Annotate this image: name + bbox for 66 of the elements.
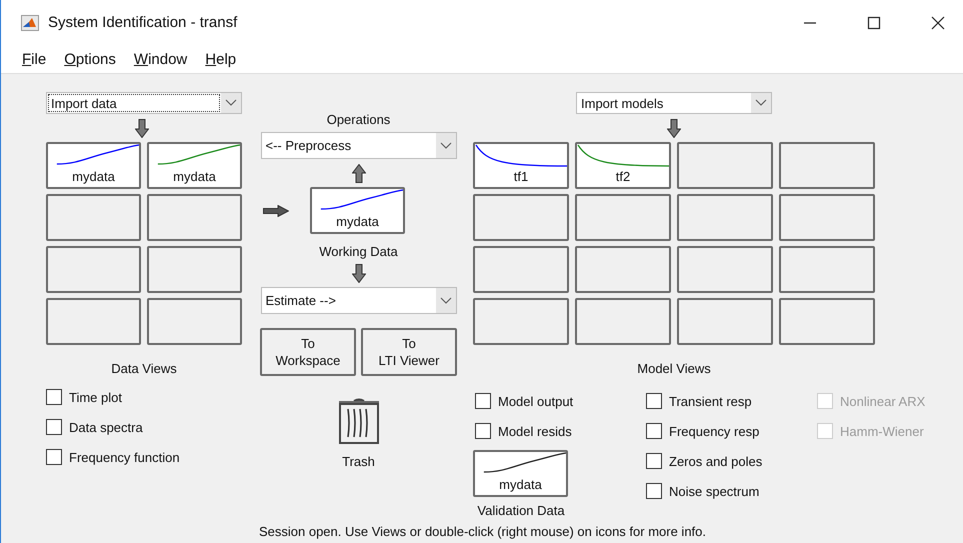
validation-data-tile[interactable]: mydata — [473, 450, 568, 497]
down-arrow-icon — [135, 118, 149, 138]
window-title: System Identification - transf — [48, 14, 238, 31]
estimate-dropdown[interactable]: Estimate --> — [260, 287, 456, 314]
empty-tile[interactable] — [147, 194, 242, 241]
tile-caption: Validation Data — [476, 503, 566, 518]
menu-item[interactable]: File — [22, 50, 46, 68]
menu-item[interactable]: Options — [64, 50, 116, 68]
caret-icon — [755, 99, 767, 107]
checkbox[interactable]: Data spectra — [46, 418, 243, 436]
data-tile[interactable]: mydata — [147, 142, 242, 189]
empty-tile[interactable] — [46, 298, 141, 345]
empty-tile[interactable] — [677, 194, 773, 241]
empty-tile[interactable] — [677, 246, 773, 293]
export-button[interactable]: To Workspace — [260, 328, 356, 376]
model-tile[interactable]: tf2 — [575, 142, 671, 189]
down-arrow-icon — [352, 264, 366, 282]
status-text: Session open. Use Views or double-click (right mouse) on icons for more info. — [258, 524, 708, 539]
checkbox[interactable]: Noise spectrum — [644, 482, 760, 500]
maximize-icon[interactable] — [867, 16, 881, 30]
empty-tile[interactable] — [473, 246, 569, 293]
checkbox[interactable]: Model resids — [473, 422, 572, 440]
checkbox[interactable]: Time plot — [46, 388, 243, 406]
data-tile[interactable]: mydata — [46, 142, 141, 189]
empty-tile[interactable] — [473, 194, 569, 241]
checkbox[interactable]: Zeros and poles — [644, 452, 762, 470]
empty-tile[interactable] — [779, 298, 875, 345]
app-logo-icon — [21, 14, 39, 30]
section-title: Model Views — [637, 361, 711, 378]
menu-item[interactable]: Window — [134, 50, 188, 68]
checkbox[interactable]: Model output — [473, 392, 574, 410]
empty-tile[interactable] — [46, 194, 141, 241]
checkbox[interactable]: Frequency resp — [644, 422, 760, 440]
section-title: Operations — [326, 112, 390, 129]
tile-caption: Working Data — [319, 244, 398, 259]
trash-icon[interactable] — [338, 398, 380, 444]
caret-icon — [225, 99, 237, 107]
menu-item[interactable]: Help — [205, 50, 236, 68]
import-data-dropdown[interactable]: Import data — [46, 92, 242, 114]
checkbox[interactable]: Frequency function — [46, 448, 243, 466]
working-data-tile[interactable]: mydata — [310, 187, 405, 234]
section-title: Data Views — [110, 361, 178, 378]
model-tile[interactable]: tf1 — [473, 142, 569, 189]
up-arrow-icon — [352, 164, 366, 182]
empty-tile[interactable] — [677, 298, 773, 345]
preprocess-dropdown[interactable]: <-- Preprocess — [260, 132, 456, 159]
empty-tile[interactable] — [473, 298, 569, 345]
empty-tile[interactable] — [677, 142, 773, 189]
empty-tile[interactable] — [46, 246, 141, 293]
right-arrow-icon — [263, 204, 289, 216]
empty-tile[interactable] — [779, 142, 875, 189]
empty-tile[interactable] — [575, 298, 671, 345]
empty-tile[interactable] — [147, 246, 242, 293]
checkbox[interactable]: Transient resp — [644, 392, 752, 410]
close-icon[interactable] — [931, 16, 945, 30]
empty-tile[interactable] — [575, 246, 671, 293]
import-models-dropdown[interactable]: Import models — [576, 92, 772, 114]
empty-tile[interactable] — [779, 194, 875, 241]
export-button[interactable]: To LTI Viewer — [361, 328, 457, 376]
down-arrow-icon — [667, 118, 681, 138]
caret-icon — [440, 142, 452, 150]
empty-tile[interactable] — [779, 246, 875, 293]
empty-tile[interactable] — [147, 298, 242, 345]
caret-icon — [440, 296, 452, 304]
empty-tile[interactable] — [575, 194, 671, 241]
trash-label: Trash — [342, 454, 375, 469]
